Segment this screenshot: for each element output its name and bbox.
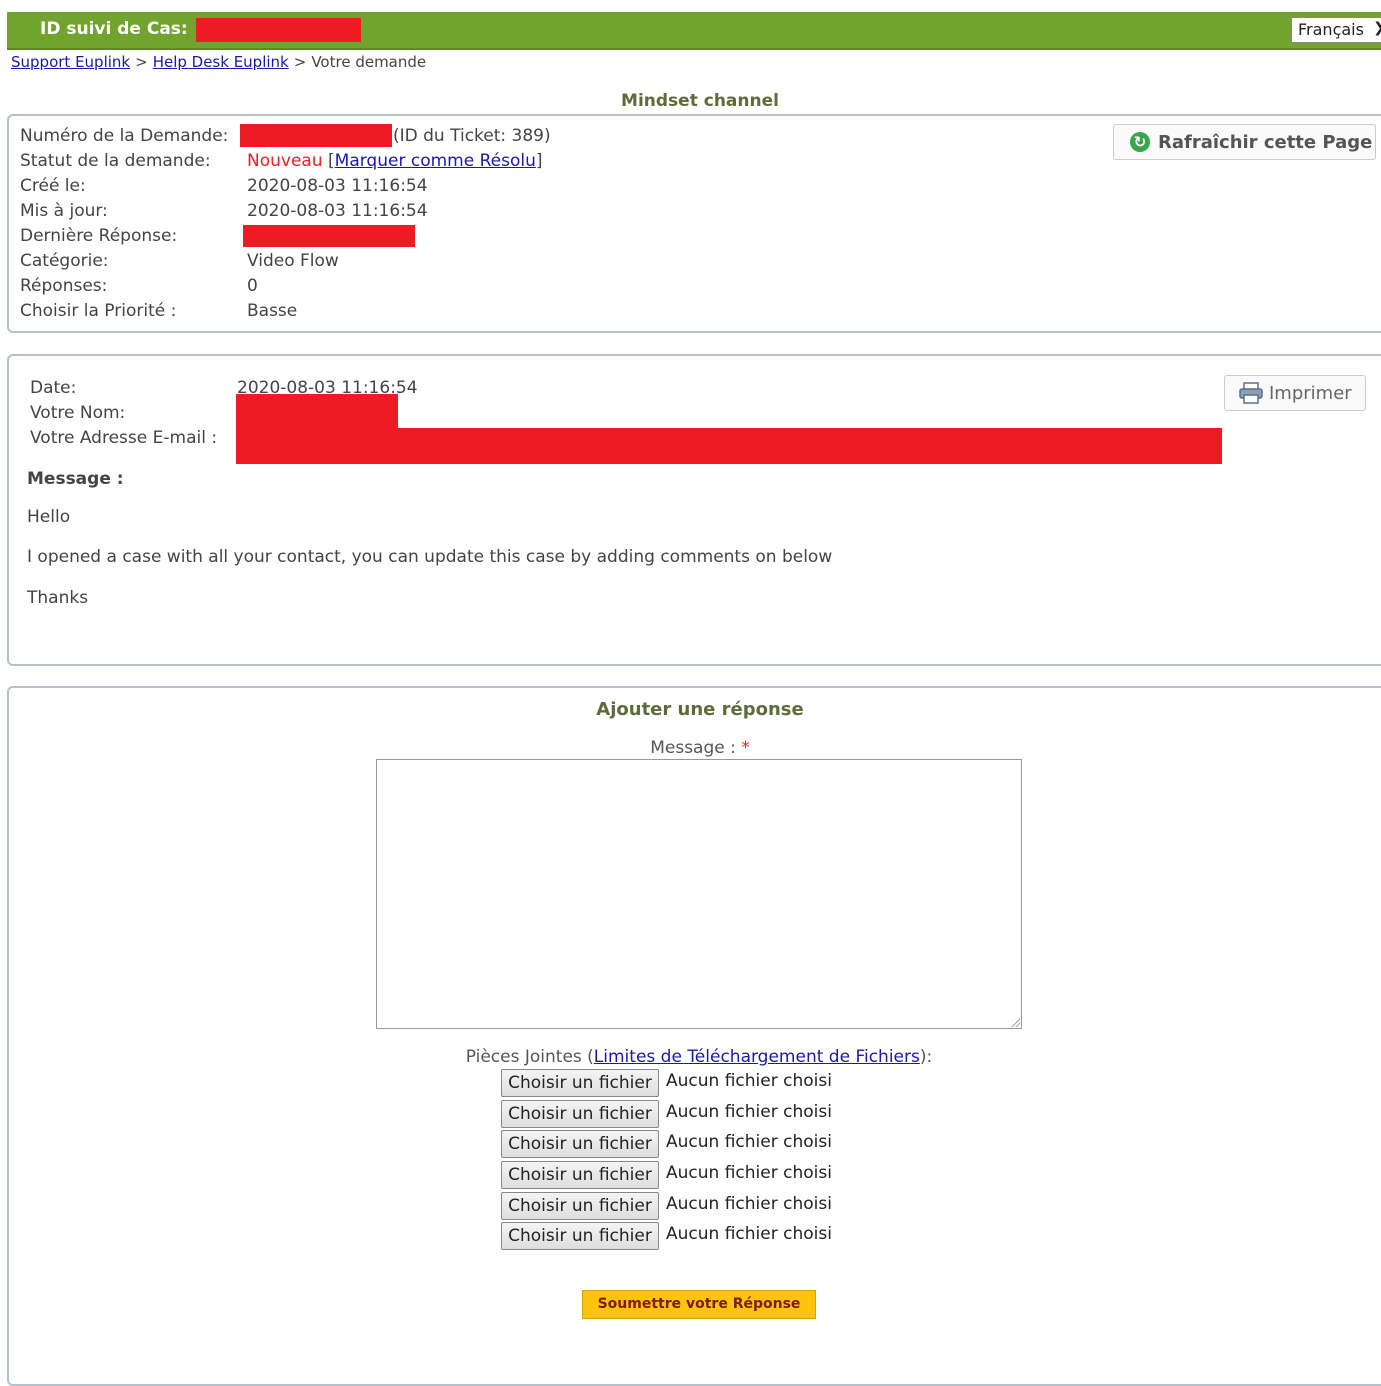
status-badge: Nouveau: [247, 151, 323, 171]
breadcrumb-separator: >: [293, 53, 307, 71]
print-button[interactable]: Imprimer: [1224, 375, 1366, 411]
choose-file-button[interactable]: Choisir un fichier: [501, 1161, 659, 1189]
choose-file-button[interactable]: Choisir un fichier: [501, 1069, 659, 1097]
ticket-id-text: (ID du Ticket: 389): [393, 126, 551, 146]
last-reply-label: Dernière Réponse:: [20, 226, 178, 246]
upload-limits-link[interactable]: Limites de Téléchargement de Fichiers: [594, 1047, 920, 1067]
reply-title: Ajouter une réponse: [596, 699, 804, 720]
redacted-case-id: [196, 18, 361, 42]
mark-resolved-link[interactable]: Marquer comme Résolu: [335, 151, 536, 171]
redacted-email: [236, 428, 1222, 464]
reply-message-label-row: Message : *: [0, 738, 1381, 758]
attachments-label-row: Pièces Jointes (Limites de Téléchargemen…: [0, 1047, 1381, 1067]
choose-file-button[interactable]: Choisir un fichier: [501, 1130, 659, 1158]
ticket-number-label: Numéro de la Demande:: [20, 126, 229, 146]
reply-message-label: Message :: [650, 738, 736, 758]
redacted-last-reply: [243, 225, 415, 247]
date-label: Date:: [30, 378, 77, 398]
message-heading: Message :: [27, 469, 124, 489]
created-label: Créé le:: [20, 176, 86, 196]
message-line: Hello: [27, 507, 71, 527]
choose-file-button[interactable]: Choisir un fichier: [501, 1222, 659, 1250]
name-label: Votre Nom:: [30, 403, 126, 423]
choose-file-button[interactable]: Choisir un fichier: [501, 1192, 659, 1220]
breadcrumb-link-support[interactable]: Support Euplink: [11, 53, 130, 71]
redacted-ticket-number: [240, 124, 392, 147]
replies-value: 0: [247, 276, 258, 296]
breadcrumb-separator: >: [135, 53, 148, 71]
breadcrumb: Support Euplink > Help Desk Euplink > Votre …: [11, 53, 426, 71]
reply-message-textarea[interactable]: [376, 759, 1022, 1029]
no-file-chosen-text: Aucun fichier choisi: [666, 1224, 832, 1244]
print-button-label: Imprimer: [1269, 383, 1352, 404]
printer-icon: [1239, 382, 1263, 409]
refresh-page-button[interactable]: ↻ Rafraîchir cette Page: [1113, 124, 1376, 160]
updated-value: 2020-08-03 11:16:54: [247, 201, 428, 221]
refresh-icon: ↻: [1130, 132, 1150, 152]
updated-label: Mis à jour:: [20, 201, 108, 221]
attachments-suffix: ):: [919, 1047, 933, 1067]
resize-handle-icon[interactable]: [1010, 1017, 1020, 1027]
channel-title: Mindset channel: [621, 91, 779, 111]
message-panel: [7, 354, 1381, 666]
priority-label: Choisir la Priorité :: [20, 301, 177, 321]
no-file-chosen-text: Aucun fichier choisi: [666, 1071, 832, 1091]
submit-reply-button[interactable]: Soumettre votre Réponse: [582, 1290, 816, 1319]
status-value-row: Nouveau [Marquer comme Résolu]: [247, 151, 543, 171]
chevron-down-icon: ❯: [1373, 20, 1381, 36]
message-line: I opened a case with all your contact, y…: [27, 547, 833, 567]
priority-value: Basse: [247, 301, 298, 321]
refresh-button-label: Rafraîchir cette Page: [1158, 132, 1373, 153]
no-file-chosen-text: Aucun fichier choisi: [666, 1132, 832, 1152]
category-label: Catégorie:: [20, 251, 109, 271]
required-marker: *: [741, 738, 750, 758]
case-id-title: ID suivi de Cas:: [40, 19, 188, 39]
no-file-chosen-text: Aucun fichier choisi: [666, 1102, 832, 1122]
language-select-value: Français: [1298, 20, 1364, 39]
choose-file-button[interactable]: Choisir un fichier: [501, 1100, 659, 1128]
message-line: Thanks: [27, 588, 89, 608]
no-file-chosen-text: Aucun fichier choisi: [666, 1194, 832, 1214]
status-label: Statut de la demande:: [20, 151, 211, 171]
created-value: 2020-08-03 11:16:54: [247, 176, 428, 196]
breadcrumb-current: Votre demande: [311, 53, 427, 71]
breadcrumb-link-helpdesk[interactable]: Help Desk Euplink: [153, 53, 289, 71]
attachments-label: Pièces Jointes (: [465, 1047, 594, 1067]
replies-label: Réponses:: [20, 276, 108, 296]
language-select[interactable]: Français ❯: [1291, 17, 1381, 43]
no-file-chosen-text: Aucun fichier choisi: [666, 1163, 832, 1183]
email-label: Votre Adresse E-mail :: [30, 428, 218, 448]
category-value: Video Flow: [247, 251, 339, 271]
